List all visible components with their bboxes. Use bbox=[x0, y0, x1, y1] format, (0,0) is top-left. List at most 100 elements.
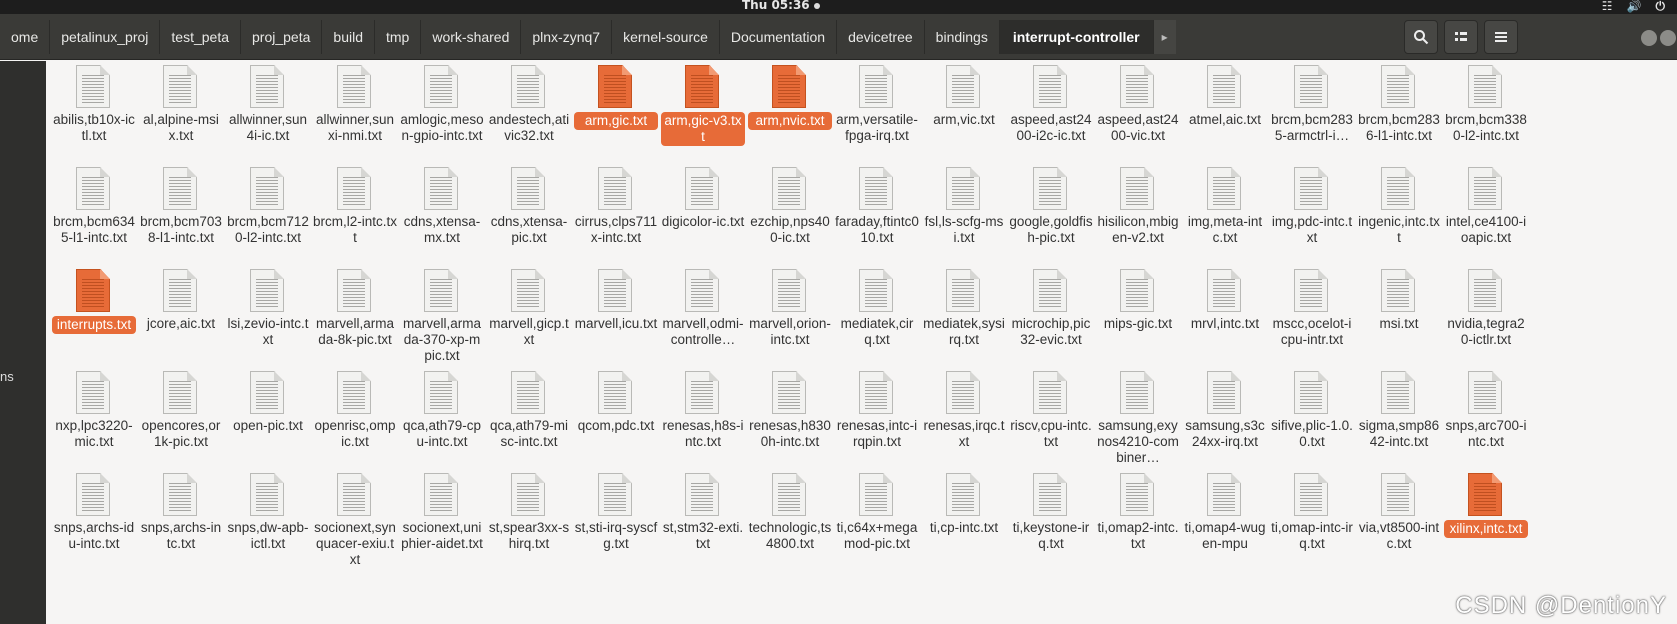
file-item[interactable]: brcm,bcm6345-l1-intc.txt bbox=[50, 163, 138, 267]
file-item[interactable]: opencores,or1k-pic.txt bbox=[137, 367, 225, 471]
file-item[interactable]: snps,dw-apb-ictl.txt bbox=[224, 469, 312, 573]
file-item[interactable]: ti,cp-intc.txt bbox=[920, 469, 1008, 573]
file-item[interactable]: marvell,icu.txt bbox=[572, 265, 660, 369]
file-item[interactable]: google,goldfish-pic.txt bbox=[1007, 163, 1095, 267]
file-item[interactable]: allwinner,sunxi-nmi.txt bbox=[311, 61, 399, 165]
file-item[interactable]: brcm,bcm7038-l1-intc.txt bbox=[137, 163, 225, 267]
file-item[interactable]: samsung,s3c24xx-irq.txt bbox=[1181, 367, 1269, 471]
breadcrumb-item[interactable]: petalinux_proj bbox=[50, 20, 161, 54]
file-item[interactable]: riscv,cpu-intc.txt bbox=[1007, 367, 1095, 471]
file-item[interactable]: ti,keystone-irq.txt bbox=[1007, 469, 1095, 573]
file-item[interactable]: qca,ath79-cpu-intc.txt bbox=[398, 367, 486, 471]
file-item[interactable]: ti,omap4-wugen-mpu bbox=[1181, 469, 1269, 573]
file-item[interactable]: cdns,xtensa-pic.txt bbox=[485, 163, 573, 267]
file-item[interactable]: snps,archs-intc.txt bbox=[137, 469, 225, 573]
breadcrumb-item[interactable]: ome bbox=[0, 20, 51, 54]
file-item[interactable]: technologic,ts4800.txt bbox=[746, 469, 834, 573]
file-item[interactable]: nvidia,tegra20-ictlr.txt bbox=[1442, 265, 1530, 369]
file-item[interactable]: digicolor-ic.txt bbox=[659, 163, 747, 267]
file-item[interactable]: faraday,ftintc010.txt bbox=[833, 163, 921, 267]
breadcrumb-item[interactable]: proj_peta bbox=[241, 20, 323, 54]
minimize-button[interactable] bbox=[1641, 30, 1657, 46]
file-item[interactable]: snps,archs-idu-intc.txt bbox=[50, 469, 138, 573]
menu-button[interactable] bbox=[1484, 20, 1518, 54]
file-item[interactable]: arm,gic-v3.txt bbox=[659, 61, 747, 165]
file-item[interactable]: snps,arc700-intc.txt bbox=[1442, 367, 1530, 471]
file-item[interactable]: jcore,aic.txt bbox=[137, 265, 225, 369]
file-item[interactable]: cirrus,clps711x-intc.txt bbox=[572, 163, 660, 267]
file-item[interactable]: ti,omap-intc-irq.txt bbox=[1268, 469, 1356, 573]
search-button[interactable] bbox=[1404, 20, 1438, 54]
file-item[interactable]: marvell,gicp.txt bbox=[485, 265, 573, 369]
file-item[interactable]: renesas,irqc.txt bbox=[920, 367, 1008, 471]
file-item[interactable]: img,meta-intc.txt bbox=[1181, 163, 1269, 267]
file-item[interactable]: allwinner,sun4i-ic.txt bbox=[224, 61, 312, 165]
file-item[interactable]: img,pdc-intc.txt bbox=[1268, 163, 1356, 267]
file-item[interactable]: marvell,odmi-controlle… bbox=[659, 265, 747, 369]
breadcrumb-item[interactable]: plnx-zynq7 bbox=[521, 20, 613, 54]
clock[interactable]: Thu 05:36 bbox=[742, 0, 820, 12]
file-item[interactable]: renesas,intc-irqpin.txt bbox=[833, 367, 921, 471]
file-item[interactable]: atmel,aic.txt bbox=[1181, 61, 1269, 165]
file-item[interactable]: socionext,uniphier-aidet.txt bbox=[398, 469, 486, 573]
file-item[interactable]: marvell,orion-intc.txt bbox=[746, 265, 834, 369]
file-item[interactable]: cdns,xtensa-mx.txt bbox=[398, 163, 486, 267]
file-item[interactable]: arm,nvic.txt bbox=[746, 61, 834, 165]
file-item[interactable]: renesas,h8s-intc.txt bbox=[659, 367, 747, 471]
file-item[interactable]: amlogic,meson-gpio-intc.txt bbox=[398, 61, 486, 165]
breadcrumb-item[interactable]: work-shared bbox=[421, 20, 522, 54]
network-icon[interactable]: ☷ bbox=[1602, 0, 1613, 14]
breadcrumb-item[interactable]: kernel-source bbox=[612, 20, 720, 54]
file-item[interactable]: mediatek,sysirq.txt bbox=[920, 265, 1008, 369]
file-item[interactable]: brcm,bcm3380-l2-intc.txt bbox=[1442, 61, 1530, 165]
volume-icon[interactable]: 🔊 bbox=[1627, 0, 1642, 14]
sidebar-item-label[interactable]: ns bbox=[0, 369, 14, 384]
file-item[interactable]: marvell,armada-8k-pic.txt bbox=[311, 265, 399, 369]
breadcrumb-item[interactable]: Documentation bbox=[720, 20, 838, 54]
breadcrumb-item[interactable]: devicetree bbox=[837, 20, 925, 54]
file-item[interactable]: brcm,bcm2835-armctrl-i… bbox=[1268, 61, 1356, 165]
file-item[interactable]: andestech,ativic32.txt bbox=[485, 61, 573, 165]
file-item[interactable]: sifive,plic-1.0.0.txt bbox=[1268, 367, 1356, 471]
file-item[interactable]: qca,ath79-misc-intc.txt bbox=[485, 367, 573, 471]
file-item[interactable]: marvell,armada-370-xp-mpic.txt bbox=[398, 265, 486, 369]
system-tray[interactable]: ☷ 🔊 ⏻ bbox=[1602, 0, 1665, 14]
file-item[interactable]: brcm,bcm2836-l1-intc.txt bbox=[1355, 61, 1443, 165]
file-item[interactable]: xilinx,intc.txt bbox=[1442, 469, 1530, 573]
file-item[interactable]: interrupts.txt bbox=[50, 265, 138, 369]
file-item[interactable]: al,alpine-msix.txt bbox=[137, 61, 225, 165]
breadcrumb-item[interactable]: build bbox=[322, 20, 375, 54]
view-toggle-button[interactable] bbox=[1444, 20, 1478, 54]
file-item[interactable]: openrisc,ompic.txt bbox=[311, 367, 399, 471]
file-item[interactable]: sigma,smp8642-intc.txt bbox=[1355, 367, 1443, 471]
maximize-button[interactable] bbox=[1660, 30, 1676, 46]
breadcrumb-item[interactable]: test_peta bbox=[160, 20, 242, 54]
chevron-right-icon[interactable]: ▸ bbox=[1153, 20, 1176, 54]
file-item[interactable]: lsi,zevio-intc.txt bbox=[224, 265, 312, 369]
breadcrumb-item[interactable]: interrupt-controller bbox=[999, 20, 1154, 54]
power-icon[interactable]: ⏻ bbox=[1656, 0, 1666, 14]
file-item[interactable]: st,stm32-exti.txt bbox=[659, 469, 747, 573]
breadcrumb-item[interactable]: bindings bbox=[925, 20, 1000, 54]
file-item[interactable]: ti,c64x+megamod-pic.txt bbox=[833, 469, 921, 573]
file-item[interactable]: st,spear3xx-shirq.txt bbox=[485, 469, 573, 573]
file-item[interactable]: abilis,tb10x-ictl.txt bbox=[50, 61, 138, 165]
file-item[interactable]: msi.txt bbox=[1355, 265, 1443, 369]
file-item[interactable]: ingenic,intc.txt bbox=[1355, 163, 1443, 267]
file-item[interactable]: microchip,pic32-evic.txt bbox=[1007, 265, 1095, 369]
file-item[interactable]: arm,gic.txt bbox=[572, 61, 660, 165]
file-item[interactable]: brcm,l2-intc.txt bbox=[311, 163, 399, 267]
file-item[interactable]: qcom,pdc.txt bbox=[572, 367, 660, 471]
file-item[interactable]: intel,ce4100-ioapic.txt bbox=[1442, 163, 1530, 267]
file-item[interactable]: st,sti-irq-syscfg.txt bbox=[572, 469, 660, 573]
file-item[interactable]: renesas,h8300h-intc.txt bbox=[746, 367, 834, 471]
file-item[interactable]: ti,omap2-intc.txt bbox=[1094, 469, 1182, 573]
file-item[interactable]: brcm,bcm7120-l2-intc.txt bbox=[224, 163, 312, 267]
file-item[interactable]: arm,vic.txt bbox=[920, 61, 1008, 165]
file-item[interactable]: samsung,exynos4210-combiner… bbox=[1094, 367, 1182, 471]
file-item[interactable]: mips-gic.txt bbox=[1094, 265, 1182, 369]
file-item[interactable]: arm,versatile-fpga-irq.txt bbox=[833, 61, 921, 165]
file-item[interactable]: hisilicon,mbigen-v2.txt bbox=[1094, 163, 1182, 267]
file-item[interactable]: via,vt8500-intc.txt bbox=[1355, 469, 1443, 573]
breadcrumb-item[interactable]: tmp bbox=[375, 20, 422, 54]
